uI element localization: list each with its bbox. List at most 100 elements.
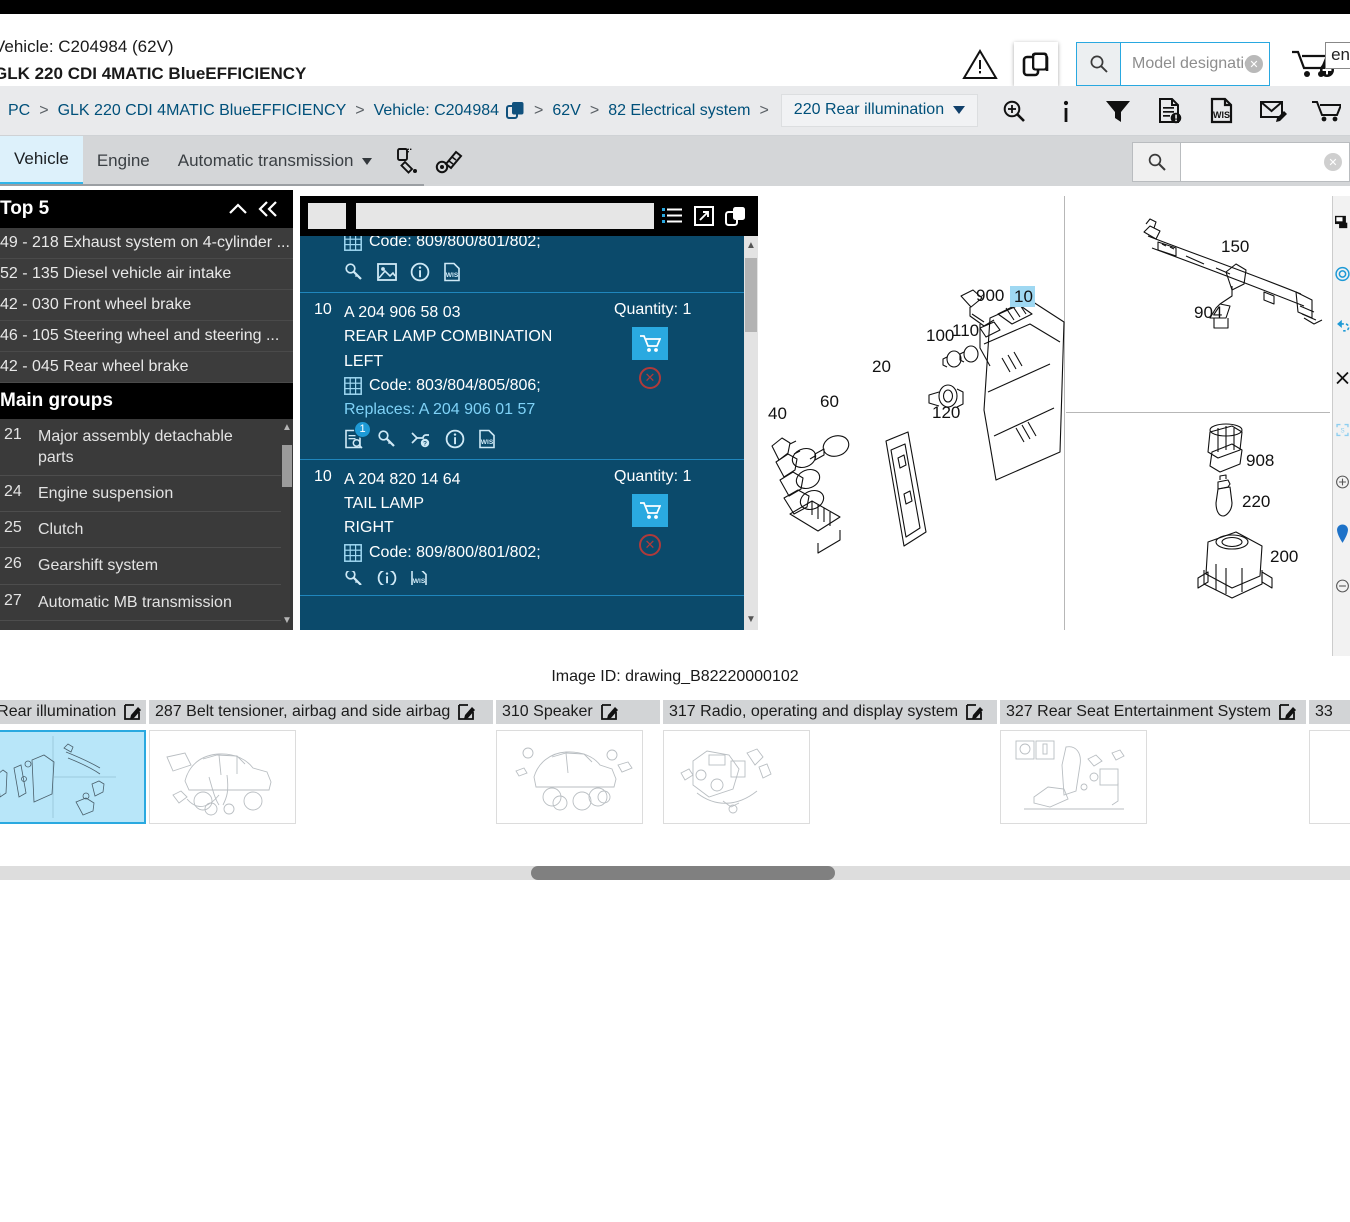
scroll-down-arrow-icon[interactable]: ▼ <box>745 614 757 626</box>
print-image-icon[interactable] <box>1333 196 1350 248</box>
copy-documents-icon[interactable] <box>1014 42 1058 86</box>
part-row[interactable]: 10 A 204 906 58 03 REAR LAMP COMBINATION… <box>300 293 758 460</box>
key-search-icon[interactable] <box>344 262 364 282</box>
breadcrumb-item-electrical[interactable]: 82 Electrical system <box>608 102 750 120</box>
wis-icon[interactable]: WIS <box>478 429 496 449</box>
add-to-cart-icon[interactable] <box>632 493 668 527</box>
top5-item[interactable]: 52 - 135 Diesel vehicle air intake <box>0 259 293 290</box>
edit-icon[interactable] <box>124 703 142 721</box>
scroll-down-arrow-icon[interactable]: ▼ <box>282 616 292 626</box>
thumbnail-image[interactable] <box>496 730 643 824</box>
remove-circle-icon[interactable]: ✕ <box>639 533 661 556</box>
document-alert-icon[interactable] <box>1146 89 1194 133</box>
main-group-item[interactable]: 25 Clutch <box>0 512 293 549</box>
key-search-icon[interactable] <box>344 570 364 585</box>
tab-engine[interactable]: Engine <box>83 136 164 186</box>
info-icon[interactable] <box>445 429 465 449</box>
edit-icon[interactable] <box>458 703 476 721</box>
zoom-in-circle-icon[interactable] <box>1333 456 1350 508</box>
cart-icon[interactable] <box>1302 89 1350 133</box>
thumbnail-image[interactable] <box>149 730 296 824</box>
breadcrumb-copy-icon[interactable] <box>506 101 525 120</box>
document-search-icon[interactable]: 1 <box>344 420 371 449</box>
parts-index-box[interactable] <box>308 203 346 229</box>
thumbnail-327-rear-seat-entertainment[interactable]: 327 Rear Seat Entertainment System <box>1000 700 1306 835</box>
breadcrumb-item-vehicle[interactable]: Vehicle: C204984 <box>374 102 499 120</box>
image-icon[interactable] <box>377 263 397 281</box>
close-x-icon[interactable] <box>1333 352 1350 404</box>
target-icon[interactable] <box>1333 248 1350 300</box>
wis-icon[interactable]: WIS <box>410 570 428 585</box>
thumbnail-image[interactable] <box>1309 730 1350 824</box>
thumbnail-317-radio[interactable]: 317 Radio, operating and display system <box>663 700 997 835</box>
main-group-item[interactable]: 26 Gearshift system <box>0 548 293 585</box>
mail-edit-icon[interactable] <box>1250 89 1298 133</box>
part-number[interactable]: A 204 820 14 64 <box>344 468 612 492</box>
upholstery-code-icon[interactable] <box>428 136 470 186</box>
remove-circle-icon[interactable]: ✕ <box>639 367 661 389</box>
language-selector[interactable]: en <box>1325 42 1350 69</box>
thumbnail-image[interactable] <box>0 730 146 824</box>
zoom-in-icon[interactable] <box>990 89 1038 133</box>
scrollbar-thumb[interactable] <box>745 258 757 332</box>
top5-item[interactable]: 42 - 030 Front wheel brake <box>0 290 293 321</box>
thumbnail-image[interactable] <box>1000 730 1147 824</box>
part-row[interactable]: 10 A 204 820 14 64 TAIL LAMP RIGHT Code:… <box>300 460 758 596</box>
thumbnail-image[interactable] <box>663 730 810 824</box>
edit-icon[interactable] <box>1279 703 1297 721</box>
top5-item[interactable]: 49 - 218 Exhaust system on 4-cylinder ..… <box>0 228 293 259</box>
drawing-pane-right-top[interactable]: 150 904 <box>1066 196 1330 413</box>
scroll-up-arrow-icon[interactable]: ▲ <box>745 240 757 252</box>
drawing-pane-right-bottom[interactable]: 908 220 200 <box>1066 414 1330 630</box>
thumbnail-220-rear-illumination[interactable]: 220 Rear illumination <box>0 700 146 835</box>
parts-search-box[interactable]: ✕ <box>1132 142 1350 182</box>
key-search-icon[interactable] <box>377 429 397 449</box>
main-group-item[interactable]: 21 Major assembly detachable parts <box>0 419 293 477</box>
tab-automatic-transmission[interactable]: Automatic transmission <box>164 136 386 186</box>
thumbnail-310-speaker[interactable]: 310 Speaker <box>496 700 660 835</box>
list-view-icon[interactable] <box>658 207 686 225</box>
thumbnail-287-belt-tensioner[interactable]: 287 Belt tensioner, airbag and side airb… <box>149 700 493 835</box>
top5-item[interactable]: 42 - 045 Rear wheel brake <box>0 352 293 383</box>
main-groups-scrollbar[interactable]: ▲ ▼ <box>281 419 293 630</box>
clear-x-icon[interactable]: ✕ <box>1245 55 1263 73</box>
double-chevron-left-icon[interactable] <box>253 200 283 218</box>
parts-scrollbar[interactable]: ▲ ▼ <box>744 236 758 630</box>
warning-triangle-icon[interactable] <box>960 44 1000 84</box>
breadcrumb-item-62v[interactable]: 62V <box>552 102 580 120</box>
wis-icon[interactable]: WIS <box>443 262 461 282</box>
parts-search-input[interactable]: ✕ <box>1181 143 1349 181</box>
top5-item[interactable]: 46 - 105 Steering wheel and steering ... <box>0 321 293 352</box>
assembly-thumbnail-strip[interactable]: 220 Rear illumination <box>0 700 1350 835</box>
tool-help-icon[interactable]: ? <box>410 429 432 449</box>
add-to-cart-icon[interactable] <box>632 327 668 360</box>
thumbnail-next-partial[interactable]: 33 <box>1309 700 1350 835</box>
drawing-viewer[interactable]: 40 60 20 100 110 120 900 10 150 904 908 … <box>758 196 1350 630</box>
model-search-input[interactable]: Model designation ✕ <box>1121 43 1269 85</box>
model-designation-search[interactable]: Model designation ✕ <box>1076 42 1270 86</box>
main-group-item[interactable]: 24 Engine suspension <box>0 476 293 513</box>
info-icon[interactable] <box>377 570 397 585</box>
scrollbar-thumb[interactable] <box>282 445 292 487</box>
parts-list-body[interactable]: Code: 809/800/801/802; WIS 10 A 204 906 … <box>300 236 758 630</box>
thumbnail-horizontal-scrollbar[interactable] <box>0 866 1350 880</box>
scroll-up-arrow-icon[interactable]: ▲ <box>282 423 292 433</box>
parts-filter-input[interactable] <box>356 203 654 229</box>
part-number[interactable]: A 204 906 58 03 <box>344 301 612 325</box>
filter-icon[interactable] <box>1094 89 1142 133</box>
part-replaces[interactable]: Replaces: A 204 906 01 57 <box>344 398 612 422</box>
drawing-pane-left[interactable]: 40 60 20 100 110 120 900 10 <box>758 196 1065 630</box>
chevron-up-icon[interactable] <box>223 201 253 217</box>
scrollbar-thumb[interactable] <box>531 866 835 880</box>
clear-x-icon[interactable]: ✕ <box>1324 153 1342 171</box>
undo-icon[interactable] <box>1333 300 1350 352</box>
zoom-out-circle-icon[interactable] <box>1333 560 1350 612</box>
breadcrumb-item-pc[interactable]: PC <box>8 102 30 120</box>
expand-icon[interactable] <box>690 206 718 226</box>
edit-icon[interactable] <box>600 703 618 721</box>
paint-code-icon[interactable] <box>386 136 428 186</box>
info-icon[interactable] <box>1042 89 1090 133</box>
wis-document-icon[interactable]: WIS <box>1198 89 1246 133</box>
search-icon[interactable] <box>1077 43 1121 85</box>
main-group-item[interactable]: 27 Automatic MB transmission <box>0 585 293 621</box>
